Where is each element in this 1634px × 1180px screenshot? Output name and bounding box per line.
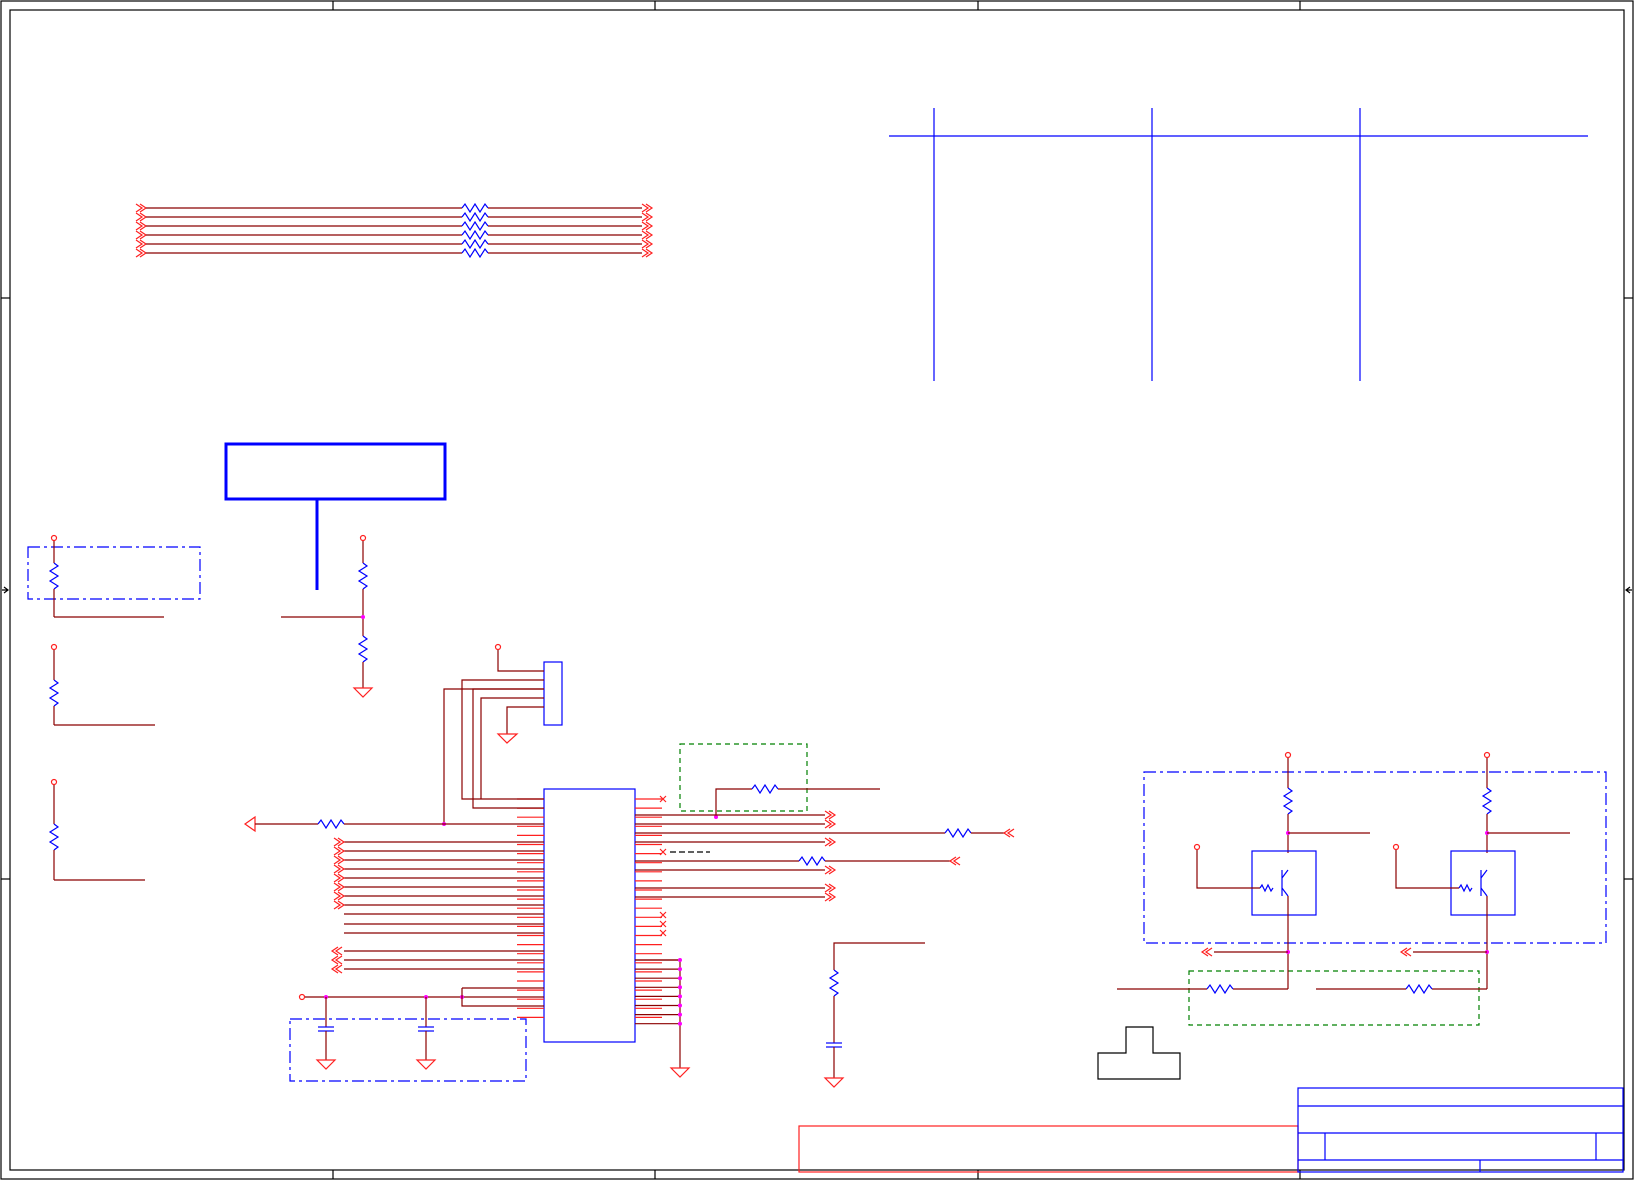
off-page-connector [641,221,654,231]
off-page-connector [330,946,343,956]
ic-left-pins [517,798,544,1019]
off-page-connector [824,892,837,902]
power-port [1392,843,1400,851]
title-block [1297,1087,1624,1173]
resistor-symbol [1206,983,1234,995]
off-page-connector [330,955,343,965]
left-signal-bus [330,837,544,974]
note-box [224,442,447,590]
no-connect-marker [659,911,667,919]
off-page-connector [135,239,148,249]
transistor-drivers [1117,751,1607,1026]
resistor-symbol [461,229,489,241]
off-page-connector [135,221,148,231]
left-pullup-group [27,534,201,881]
bus-lines-top-right [889,108,1588,381]
off-page-connector [135,203,148,213]
no-connect-marker [659,920,667,928]
resistor-symbol [1458,883,1473,893]
resistor-symbol [461,202,489,214]
net-wire [1196,850,1260,889]
voltage-divider [281,534,374,698]
series-resistor-array [135,202,654,259]
resistor-symbol [1405,983,1433,995]
off-page-connector [824,883,837,893]
schematic-sheet [0,0,1634,1180]
net-wire [1395,850,1459,889]
junction [678,1021,682,1026]
resistor-symbol [461,238,489,250]
off-page-connector [135,248,148,258]
off-page-connector [824,819,837,829]
resistor-symbol [1259,883,1274,893]
decoupling-caps [289,987,544,1082]
transistor-package [1251,850,1317,916]
junction [678,958,682,962]
resistor-symbol [1481,787,1493,815]
off-page-connector [824,865,837,875]
off-page-connector [333,846,346,856]
power-port [1483,751,1491,759]
off-page-connector [1399,947,1412,957]
small-connector [442,643,563,826]
revision-box [798,1125,1299,1173]
junction [678,967,682,972]
off-page-connector [333,864,346,874]
resistor-symbol [1282,787,1294,815]
off-page-connector [641,203,654,213]
off-page-connector [330,964,343,974]
off-page-connector [641,230,654,240]
off-page-connector [641,212,654,222]
off-page-connector [641,239,654,249]
transistor-symbol [1281,869,1289,897]
off-page-connector [333,882,346,892]
main-ic [517,788,662,1043]
rc-filter [823,942,925,1088]
off-page-connector [333,873,346,883]
driver-stage-1 [1117,751,1370,995]
resistor-symbol [461,220,489,232]
off-page-connector [333,900,346,910]
off-page-connector [824,810,837,820]
junction [678,1012,682,1017]
resistor-symbol [461,247,489,259]
ic-right-pins [635,798,662,1019]
junction [678,976,682,981]
test-pad [1097,1026,1181,1080]
off-page-connector [135,212,148,222]
off-page-connector [824,837,837,847]
driver-stage-2 [1316,751,1570,995]
junction [678,994,682,999]
off-page-connector [641,248,654,258]
ic-right-bus [635,795,837,1026]
power-port [1284,751,1292,759]
ic-left-signals [243,815,544,833]
off-page-connector [333,855,346,865]
transistor-package [1450,850,1516,916]
off-page-connector [333,837,346,847]
sheet-border [0,0,1634,1180]
off-page-connector [333,891,346,901]
ic-right-outputs [635,743,1015,1078]
no-connect-marker [659,929,667,937]
off-page-connector [1200,947,1213,957]
off-page-connector [135,230,148,240]
power-port [1193,843,1201,851]
transistor-symbol [1480,869,1488,897]
junction [678,1003,682,1008]
junction [678,985,682,990]
resistor-symbol [461,211,489,223]
no-connect-marker [659,848,667,856]
